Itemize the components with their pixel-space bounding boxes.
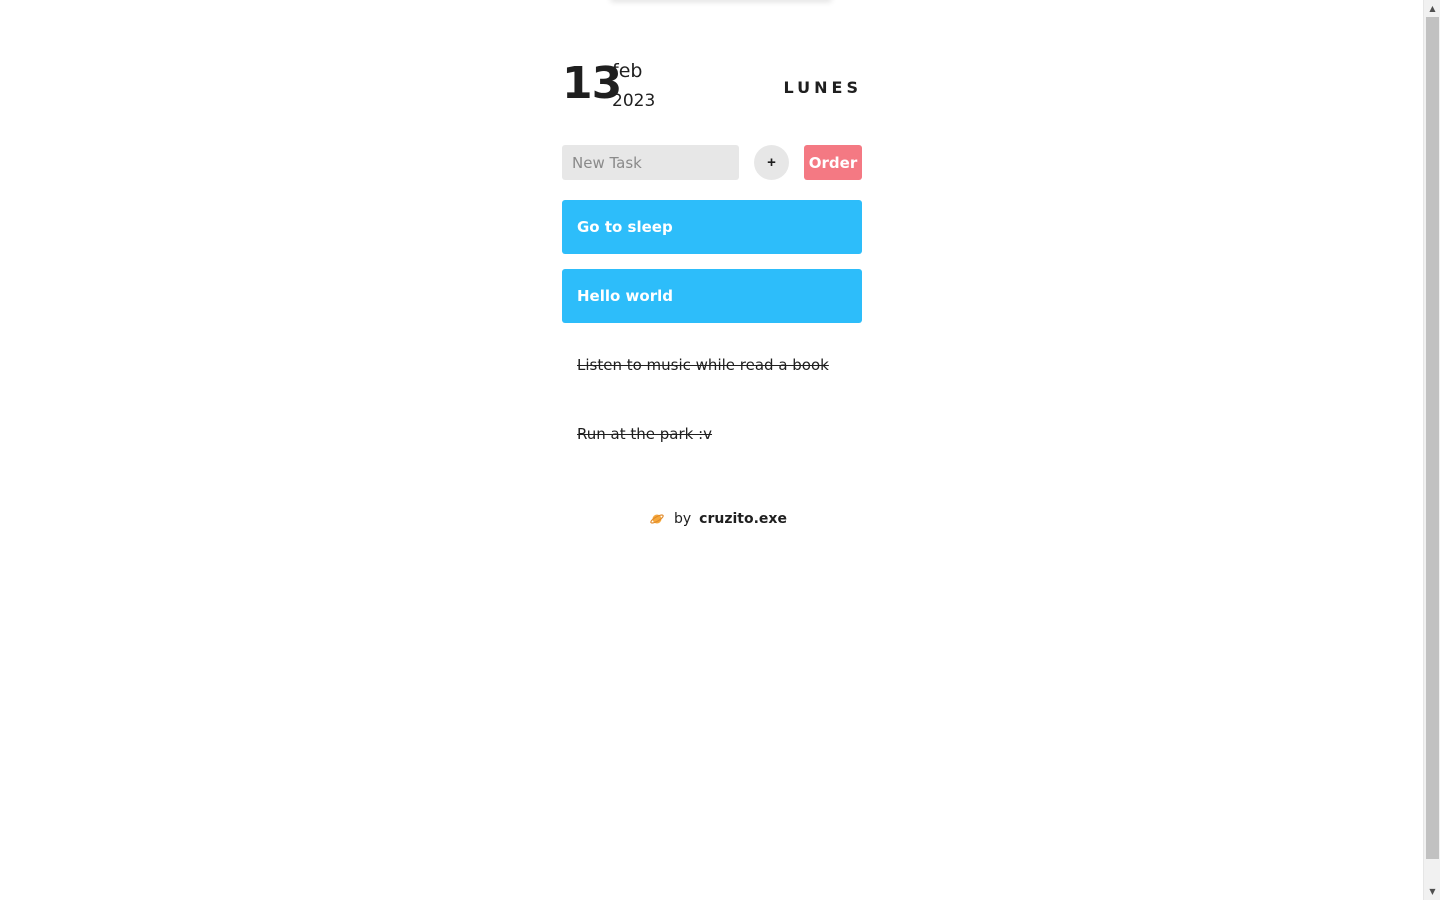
task-label: Go to sleep [577,218,673,236]
scroll-up-icon[interactable]: ▲ [1424,0,1440,17]
task-label: Run at the park :v [577,425,713,443]
scroll-down-icon[interactable]: ▼ [1424,883,1440,900]
scrollbar-thumb[interactable] [1426,17,1439,859]
task-label: Listen to music while read a book [577,356,829,374]
task-list: Go to sleep Hello world Listen to music … [562,200,862,476]
footer-by: by [674,511,692,527]
add-task-button[interactable]: + [754,145,789,180]
page: 13 feb 2023 LUNES + Order Go to sleep He… [0,0,1440,900]
month-label: feb [612,60,643,82]
new-task-row: + Order [562,145,862,180]
footer-author-link[interactable]: cruzito.exe [699,511,787,527]
new-task-input[interactable] [562,145,739,180]
task-label: Hello world [577,287,673,305]
task-item-completed[interactable]: Run at the park :v [562,407,862,461]
task-item-completed[interactable]: Listen to music while read a book [562,338,862,392]
vertical-scrollbar[interactable]: ▲ ▼ [1423,0,1440,900]
year-label: 2023 [612,91,656,111]
todo-app: 13 feb 2023 LUNES + Order Go to sleep He… [562,0,862,527]
planet-icon [650,512,664,526]
weekday-label: LUNES [783,78,862,97]
order-button[interactable]: Order [804,145,862,180]
footer-credit: by cruzito.exe [650,511,787,527]
task-item[interactable]: Hello world [562,269,862,323]
date-header: 13 feb 2023 LUNES [562,0,862,120]
task-item[interactable]: Go to sleep [562,200,862,254]
